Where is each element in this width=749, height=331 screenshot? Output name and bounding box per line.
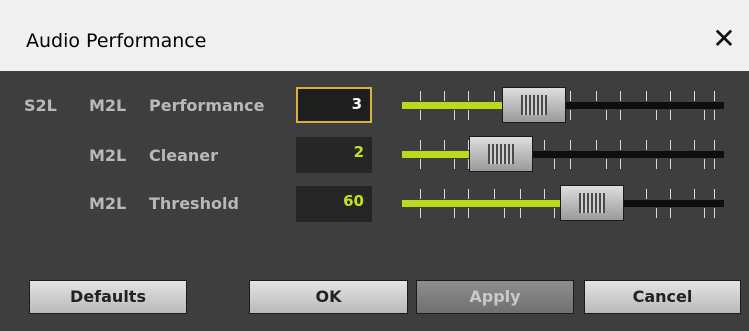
slider-tick [570,159,571,169]
slider-tick [704,110,705,120]
grip-icon [579,193,605,213]
performance-slider-thumb[interactable] [502,87,566,123]
cleaner-slider-thumb[interactable] [469,136,533,172]
threshold-slider[interactable] [402,185,724,225]
slider-tick [468,91,469,101]
slider-tick [444,140,445,150]
s2l-label: S2L [24,96,57,115]
slider-tick [694,189,695,199]
slider-tick [454,159,455,169]
cancel-button[interactable]: Cancel [584,280,741,314]
slider-tick [520,208,521,218]
slider-tick [670,140,671,150]
slider-tick [620,159,621,169]
slider-tick [544,140,545,150]
slider-tick [504,208,505,218]
slider-tick [620,91,621,101]
slider-tick [606,110,607,120]
slider-tick [694,91,695,101]
slider-tick [714,91,715,101]
cleaner-slider-fill [402,151,472,158]
title-bar: Audio Performance ✕ [0,0,749,71]
slider-tick [620,110,621,120]
slider-tick [704,159,705,169]
slider-tick [714,208,715,218]
m2l-label-performance: M2L [89,96,127,115]
slider-tick [714,159,715,169]
defaults-button[interactable]: Defaults [29,280,187,314]
grip-icon [521,95,547,115]
slider-tick [554,159,555,169]
slider-tick [444,91,445,101]
slider-tick [468,110,469,120]
performance-slider-fill [402,102,504,109]
performance-label: Performance [149,96,265,115]
window-title: Audio Performance [26,30,207,52]
slider-tick [694,140,695,150]
slider-tick [468,208,469,218]
slider-tick [420,91,421,101]
slider-tick [494,189,495,199]
slider-tick [520,189,521,199]
ok-button[interactable]: OK [249,280,408,314]
grip-icon [488,144,514,164]
slider-tick [714,140,715,150]
slider-tick [620,140,621,150]
performance-field[interactable] [296,87,372,123]
slider-tick [454,110,455,120]
slider-tick [420,159,421,169]
slider-tick [656,208,657,218]
threshold-label: Threshold [149,194,239,213]
slider-tick [420,189,421,199]
slider-tick [596,91,597,101]
slider-tick [420,140,421,150]
slider-tick [570,140,571,150]
cleaner-slider[interactable] [402,136,724,176]
slider-tick [646,140,647,150]
threshold-field[interactable] [296,186,372,222]
slider-tick [420,208,421,218]
slider-tick [670,91,671,101]
slider-tick [714,189,715,199]
slider-tick [670,110,671,120]
slider-tick [670,208,671,218]
m2l-label-cleaner: M2L [89,146,127,165]
slider-tick [670,189,671,199]
close-icon[interactable]: ✕ [709,22,739,56]
slider-tick [454,208,455,218]
audio-performance-dialog: Audio Performance ✕ S2L M2L Performance … [0,0,749,331]
threshold-input[interactable] [304,192,364,210]
apply-button[interactable]: Apply [416,280,574,314]
slider-tick [670,159,671,169]
slider-tick [544,189,545,199]
slider-tick [444,189,445,199]
threshold-slider-thumb[interactable] [560,185,624,221]
slider-tick [704,208,705,218]
slider-tick [646,189,647,199]
slider-tick [606,159,607,169]
cleaner-label: Cleaner [149,146,219,165]
performance-slider[interactable] [402,87,724,127]
slider-tick [494,91,495,101]
slider-tick [570,91,571,101]
cleaner-input[interactable] [304,143,364,161]
m2l-label-threshold: M2L [89,194,127,213]
slider-tick [570,110,571,120]
cleaner-field[interactable] [296,137,372,173]
slider-tick [714,110,715,120]
slider-tick [656,159,657,169]
slider-tick [420,110,421,120]
performance-input[interactable] [302,95,362,113]
slider-tick [656,110,657,120]
slider-tick [646,91,647,101]
slider-tick [554,208,555,218]
slider-tick [596,140,597,150]
slider-tick [468,189,469,199]
